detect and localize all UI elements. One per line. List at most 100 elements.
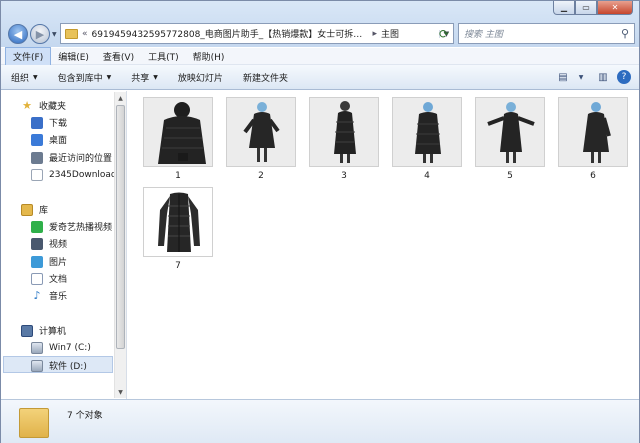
file-name: 5 <box>507 171 513 181</box>
view-tools: ▤ ▼ ▥ ? <box>549 69 631 85</box>
file-item[interactable]: 1 <box>143 97 213 181</box>
iqiyi-icon <box>31 220 43 233</box>
file-list: 1 2 3 4 5 6 7 <box>128 91 639 399</box>
history-dropdown-icon[interactable]: ▼ <box>52 31 57 38</box>
chevron-down-icon: ▼ <box>106 73 112 81</box>
sidebar-item-label: 软件 (D:) <box>49 362 87 372</box>
sidebar-item-label: 文档 <box>49 275 68 285</box>
back-arrow-icon: ◀ <box>13 27 23 41</box>
help-icon[interactable]: ? <box>617 70 631 84</box>
video-icon <box>31 237 43 250</box>
sidebar-item-iqiyi[interactable]: 爱奇艺热播视频 <box>31 218 112 235</box>
organize-button[interactable]: 组织 ▼ <box>11 71 38 84</box>
refresh-icon[interactable]: ⟳ <box>435 24 453 43</box>
scroll-up-icon[interactable]: ▲ <box>115 92 126 104</box>
chevron-down-icon: ▼ <box>153 73 158 81</box>
sidebar-item-video[interactable]: 视频 <box>31 235 67 252</box>
sidebar-item-favorites[interactable]: ★ 收藏夹 <box>21 97 66 114</box>
sidebar-item-downloads[interactable]: 下载 <box>31 114 67 131</box>
sidebar-item-recent[interactable]: 最近访问的位置 <box>31 149 112 166</box>
sidebar-scrollbar[interactable]: ▲ ▼ <box>114 92 126 398</box>
sidebar-item-label: 音乐 <box>49 292 68 302</box>
scroll-down-icon[interactable]: ▼ <box>115 386 126 398</box>
file-item[interactable]: 5 <box>475 97 545 181</box>
file-item[interactable]: 6 <box>558 97 628 181</box>
sidebar-item-pictures[interactable]: 图片 <box>31 253 67 270</box>
menu-help[interactable]: 帮助(H) <box>186 48 232 65</box>
file-icon <box>31 168 43 181</box>
sidebar-item-computer[interactable]: 计算机 <box>21 322 66 339</box>
coat-photo-icon <box>226 97 296 167</box>
sidebar-item-label: 图片 <box>49 258 68 268</box>
sidebar-item-desktop[interactable]: 桌面 <box>31 131 67 148</box>
share-button[interactable]: 共享 ▼ <box>131 71 158 84</box>
menu-edit[interactable]: 编辑(E) <box>51 48 96 65</box>
new-folder-button[interactable]: 新建文件夹 <box>243 71 288 84</box>
folder-icon <box>65 28 78 39</box>
file-item[interactable]: 7 <box>143 187 213 271</box>
slideshow-button[interactable]: 放映幻灯片 <box>178 71 223 84</box>
documents-icon <box>31 272 43 285</box>
file-item[interactable]: 4 <box>392 97 462 181</box>
path-overflow[interactable]: « <box>82 29 88 39</box>
sidebar-item-label: 下载 <box>49 119 68 129</box>
file-name: 2 <box>258 171 264 181</box>
organize-label: 组织 <box>11 73 30 84</box>
sidebar-item-2345downloads[interactable]: 2345Downloads <box>31 166 121 183</box>
library-icon <box>21 203 33 216</box>
computer-icon <box>21 324 33 337</box>
window-controls: ▁ ▭ ✕ <box>553 1 633 15</box>
command-bar: 组织 ▼ 包含到库中 ▼ 共享 ▼ 放映幻灯片 新建文件夹 ▤ ▼ ▥ ? <box>1 65 639 90</box>
star-icon: ★ <box>22 99 32 112</box>
file-name: 4 <box>424 171 430 181</box>
sidebar-item-label: 收藏夹 <box>39 102 67 112</box>
file-name: 1 <box>175 171 181 181</box>
file-item[interactable]: 2 <box>226 97 296 181</box>
folder-icon <box>19 408 49 438</box>
sidebar-item-libraries[interactable]: 库 <box>21 201 48 218</box>
drive-icon <box>31 359 43 372</box>
minimize-button[interactable]: ▁ <box>553 1 575 15</box>
path-segment-main[interactable]: 6919459432595772808_电商图片助手_【热销爆款】女士可拆… <box>92 27 369 40</box>
include-library-label: 包含到库中 <box>57 73 103 84</box>
coat-product-icon <box>143 187 213 257</box>
menu-file[interactable]: 文件(F) <box>5 46 52 66</box>
recent-places-icon <box>31 151 43 164</box>
sidebar-item-music[interactable]: ♪ 音乐 <box>31 287 67 304</box>
music-icon: ♪ <box>33 289 41 302</box>
share-label: 共享 <box>131 73 150 84</box>
file-item[interactable]: 3 <box>309 97 379 181</box>
coat-photo-icon <box>558 97 628 167</box>
sidebar-item-drive-d[interactable]: 软件 (D:) <box>31 357 87 374</box>
maximize-button[interactable]: ▭ <box>575 1 597 15</box>
path-separator[interactable]: ▸ <box>372 29 377 39</box>
search-input[interactable]: 搜索 主图 <box>464 27 616 40</box>
details-pane: 7 个对象 <box>1 399 639 443</box>
close-button[interactable]: ✕ <box>597 1 633 15</box>
menu-tools[interactable]: 工具(T) <box>141 48 186 65</box>
menu-view[interactable]: 查看(V) <box>96 48 141 65</box>
search-box[interactable]: 搜索 主图 ⚲ <box>458 23 635 44</box>
downloads-folder-icon <box>31 116 43 129</box>
search-icon[interactable]: ⚲ <box>616 27 634 40</box>
navigation-pane: ★ 收藏夹 下载 桌面 最近访问的位置 2345Downloads 库 爱奇艺热… <box>1 91 127 399</box>
preview-pane-icon[interactable]: ▥ <box>595 69 611 85</box>
view-dropdown-icon[interactable]: ▼ <box>573 69 589 85</box>
include-library-button[interactable]: 包含到库中 ▼ <box>58 71 112 84</box>
change-view-icon[interactable]: ▤ <box>555 69 571 85</box>
forward-button[interactable]: ▶ <box>30 24 50 44</box>
sidebar-item-label: 视频 <box>49 240 68 250</box>
file-name: 3 <box>341 171 347 181</box>
sidebar-item-label: 最近访问的位置 <box>49 154 113 164</box>
back-button[interactable]: ◀ <box>8 24 28 44</box>
coat-photo-icon <box>475 97 545 167</box>
sidebar-item-documents[interactable]: 文档 <box>31 270 67 287</box>
pictures-icon <box>31 255 43 268</box>
sidebar-item-label: 桌面 <box>49 136 68 146</box>
path-segment-last[interactable]: 主图 <box>381 27 399 40</box>
sidebar-item-label: 爱奇艺热播视频 <box>49 223 113 233</box>
sidebar-item-drive-c[interactable]: Win7 (C:) <box>31 339 91 356</box>
address-bar[interactable]: « 6919459432595772808_电商图片助手_【热销爆款】女士可拆…… <box>60 23 454 44</box>
scrollbar-thumb[interactable] <box>116 105 125 349</box>
file-name: 6 <box>590 171 596 181</box>
